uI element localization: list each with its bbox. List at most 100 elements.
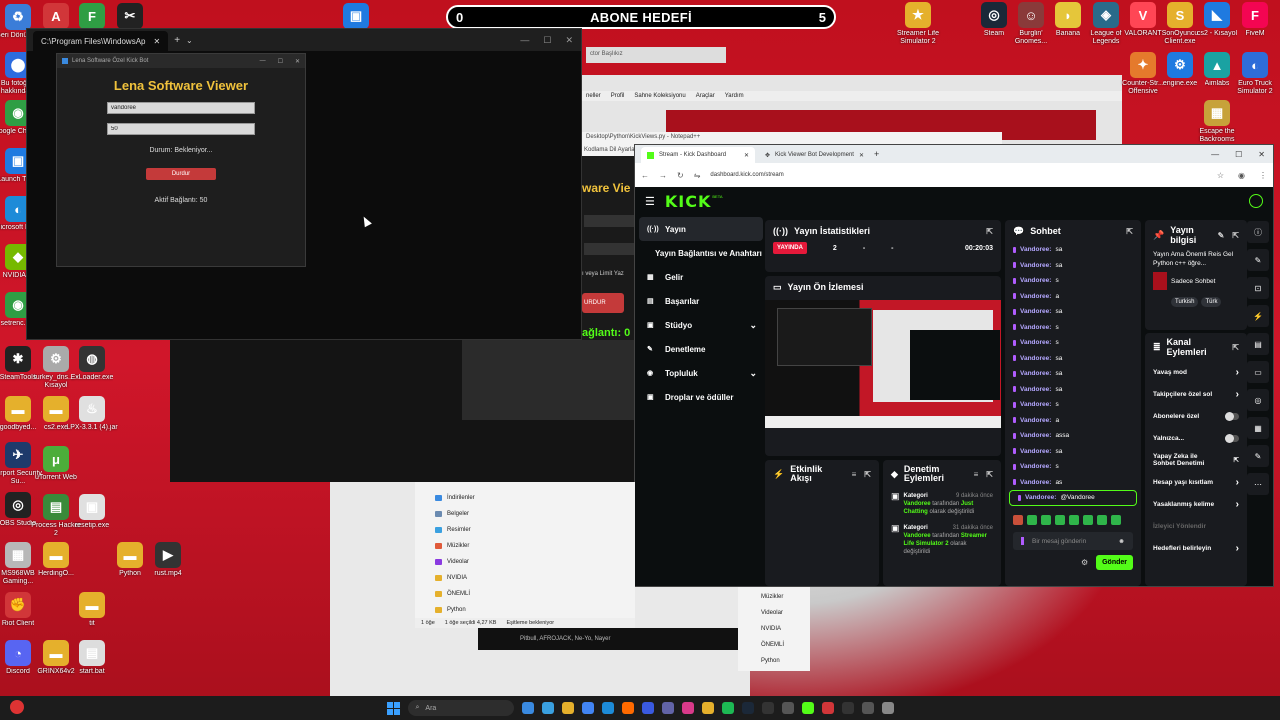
clipboard-icon[interactable]: ▤ bbox=[1247, 333, 1269, 355]
profile-icon[interactable]: ◉ bbox=[1238, 171, 1245, 180]
send-button[interactable]: Gönder bbox=[1096, 555, 1133, 570]
desktop-icon[interactable]: ▬ HerdingO... bbox=[30, 542, 82, 578]
desktop-icon[interactable]: ▶ rust.mp4 bbox=[142, 542, 194, 578]
stream-preview-video[interactable] bbox=[765, 300, 1001, 428]
chat-identity-icon[interactable] bbox=[1021, 537, 1024, 545]
channel-action-row[interactable]: Yavaş mod › bbox=[1145, 361, 1247, 383]
bookmark-star-icon[interactable]: ☆ bbox=[1217, 171, 1224, 180]
popout-icon[interactable]: ⇱ bbox=[1232, 231, 1239, 240]
explorer-item[interactable]: Müzikler bbox=[738, 589, 810, 605]
taskbar-search[interactable]: ⌕ Ara bbox=[407, 700, 514, 716]
stop-button[interactable]: Durdur bbox=[146, 168, 216, 180]
popout-icon[interactable]: ⇱ bbox=[986, 227, 993, 236]
windows-start-icon[interactable] bbox=[386, 701, 400, 715]
taskbar-app-icon[interactable] bbox=[781, 702, 794, 714]
chat-username[interactable]: Vandoree: bbox=[1020, 246, 1051, 253]
new-tab-button[interactable]: + bbox=[874, 149, 879, 159]
taskbar-app-icon[interactable] bbox=[621, 702, 634, 714]
menu-item[interactable]: Yardım bbox=[725, 93, 744, 99]
chat-username[interactable]: Vandoree: bbox=[1020, 324, 1051, 331]
username-field[interactable] bbox=[107, 102, 255, 114]
hamburger-icon[interactable]: ☰ bbox=[645, 195, 655, 208]
taskbar-app-icon[interactable] bbox=[761, 702, 774, 714]
close-icon[interactable]: ✕ bbox=[1258, 150, 1265, 159]
desktop-icon[interactable]: ▬ tit bbox=[66, 592, 118, 628]
taskbar-app-icon[interactable] bbox=[821, 702, 834, 714]
close-icon[interactable]: ✕ bbox=[295, 58, 300, 65]
chevron-right-icon[interactable]: › bbox=[1236, 499, 1239, 510]
desktop-icon[interactable]: ◐ Euro Truck Simulator 2 bbox=[1229, 52, 1280, 96]
emote-icon[interactable] bbox=[1041, 515, 1051, 525]
channel-action-row[interactable]: Takipçilere özel sol › bbox=[1145, 383, 1247, 405]
bolt-icon[interactable]: ⚡ bbox=[1247, 305, 1269, 327]
channel-action-row[interactable]: Hesap yaşı kısıtlam › bbox=[1145, 471, 1247, 493]
chat-username[interactable]: Vandoree: bbox=[1020, 448, 1051, 455]
minimize-icon[interactable]: — bbox=[1211, 150, 1219, 159]
chat-input[interactable]: Bir mesaj gönderin ☻ bbox=[1013, 532, 1133, 550]
emote-icon[interactable] bbox=[1055, 515, 1065, 525]
explorer-item[interactable]: Python bbox=[415, 602, 635, 618]
tab-kick-dashboard[interactable]: Stream - Kick Dashboard ✕ bbox=[641, 147, 755, 163]
chat-username[interactable]: Vandoree: bbox=[1020, 479, 1051, 486]
close-icon[interactable]: ✕ bbox=[859, 152, 864, 159]
taskbar-app-icon[interactable] bbox=[741, 702, 754, 714]
taskbar-app-icon[interactable] bbox=[861, 702, 874, 714]
emote-icon[interactable] bbox=[1111, 515, 1121, 525]
sidebar-item[interactable]: ▣ Droplar ve ödüller bbox=[639, 385, 763, 409]
reload-icon[interactable]: ↻ bbox=[677, 171, 684, 180]
taskbar-app-icon[interactable] bbox=[681, 702, 694, 714]
calendar-icon[interactable]: ▦ bbox=[1247, 417, 1269, 439]
taskbar-app-icon[interactable] bbox=[641, 702, 654, 714]
chat-username[interactable]: Vandoree: bbox=[1020, 417, 1051, 424]
edit-icon[interactable]: ✎ bbox=[1218, 231, 1225, 240]
site-info-icon[interactable]: ⇋ bbox=[694, 171, 701, 180]
sidebar-item[interactable]: ((·)) Yayın bbox=[639, 217, 763, 241]
chevron-down-icon[interactable]: ⌄ bbox=[186, 36, 193, 45]
channel-action-row[interactable]: Hedefleri belirleyin › bbox=[1145, 537, 1247, 559]
desktop-icon[interactable]: μ uTorrent Web bbox=[30, 446, 82, 482]
menu-item[interactable]: Araçlar bbox=[696, 93, 715, 99]
menu-dots-icon[interactable]: ⋮ bbox=[1259, 171, 1267, 180]
taskbar-app-icon[interactable] bbox=[561, 702, 574, 714]
explorer-item[interactable]: NVIDIA bbox=[738, 621, 810, 637]
wrench-icon[interactable]: ✎ bbox=[1247, 445, 1269, 467]
chevron-right-icon[interactable]: › bbox=[1236, 367, 1239, 378]
emote-icon[interactable] bbox=[1083, 515, 1093, 525]
back-icon[interactable]: ← bbox=[641, 171, 649, 180]
emoji-icon[interactable]: ☻ bbox=[1118, 538, 1125, 545]
explorer-item[interactable]: Müzikler bbox=[415, 538, 635, 554]
explorer-item[interactable]: Python bbox=[738, 653, 810, 669]
popout-icon[interactable]: ⇱ bbox=[1126, 227, 1133, 236]
chat-username[interactable]: Vandoree: bbox=[1020, 277, 1051, 284]
taskbar-app-icon[interactable] bbox=[881, 702, 894, 714]
taskbar-app-icon[interactable] bbox=[521, 702, 534, 714]
desktop-icon[interactable]: ★ Streamer Life Simulator 2 bbox=[892, 2, 944, 46]
taskbar-app-icon[interactable] bbox=[601, 702, 614, 714]
sidebar-item[interactable]: ▣ Stüdyo ⌄ bbox=[639, 313, 763, 337]
maximize-icon[interactable]: ☐ bbox=[543, 35, 551, 46]
chevron-down-icon[interactable]: ⌄ bbox=[749, 320, 757, 331]
menu-item[interactable]: neller bbox=[586, 93, 601, 99]
minimize-icon[interactable]: — bbox=[260, 58, 266, 65]
partial-stop-button[interactable]: URDUR bbox=[582, 293, 624, 313]
tab-viewer-bot[interactable]: ✥ Kick Viewer Bot Development ✕ bbox=[759, 147, 870, 163]
gear-icon[interactable]: ⚙ bbox=[1081, 558, 1088, 567]
channel-action-row[interactable]: İzleyici Yönlendir bbox=[1145, 515, 1247, 537]
emote-icon[interactable] bbox=[1097, 515, 1107, 525]
tag[interactable]: Turkish bbox=[1171, 297, 1199, 307]
explorer-item[interactable]: İndirilenler bbox=[415, 490, 635, 506]
taskbar-app-icon[interactable] bbox=[801, 702, 814, 714]
maximize-icon[interactable]: ☐ bbox=[1235, 150, 1242, 159]
taskbar-app-icon[interactable] bbox=[721, 702, 734, 714]
sidebar-item[interactable]: ◉ Topluluk ⌄ bbox=[639, 361, 763, 385]
minimize-icon[interactable]: — bbox=[520, 35, 529, 46]
explorer-item[interactable]: Resimler bbox=[415, 522, 635, 538]
forward-icon[interactable]: → bbox=[659, 171, 667, 180]
chevron-down-icon[interactable]: ⌄ bbox=[749, 368, 757, 379]
chat-username[interactable]: Vandoree: bbox=[1020, 370, 1051, 377]
chat-username[interactable]: Vandoree: bbox=[1020, 293, 1051, 300]
desktop-icon[interactable]: ♨ LPX-3.3.1 (4).jar bbox=[66, 396, 118, 432]
channel-action-row[interactable]: Yalnızca... bbox=[1145, 427, 1247, 449]
toggle-switch[interactable] bbox=[1225, 411, 1239, 421]
popout-icon[interactable]: ⇱ bbox=[1232, 343, 1239, 352]
